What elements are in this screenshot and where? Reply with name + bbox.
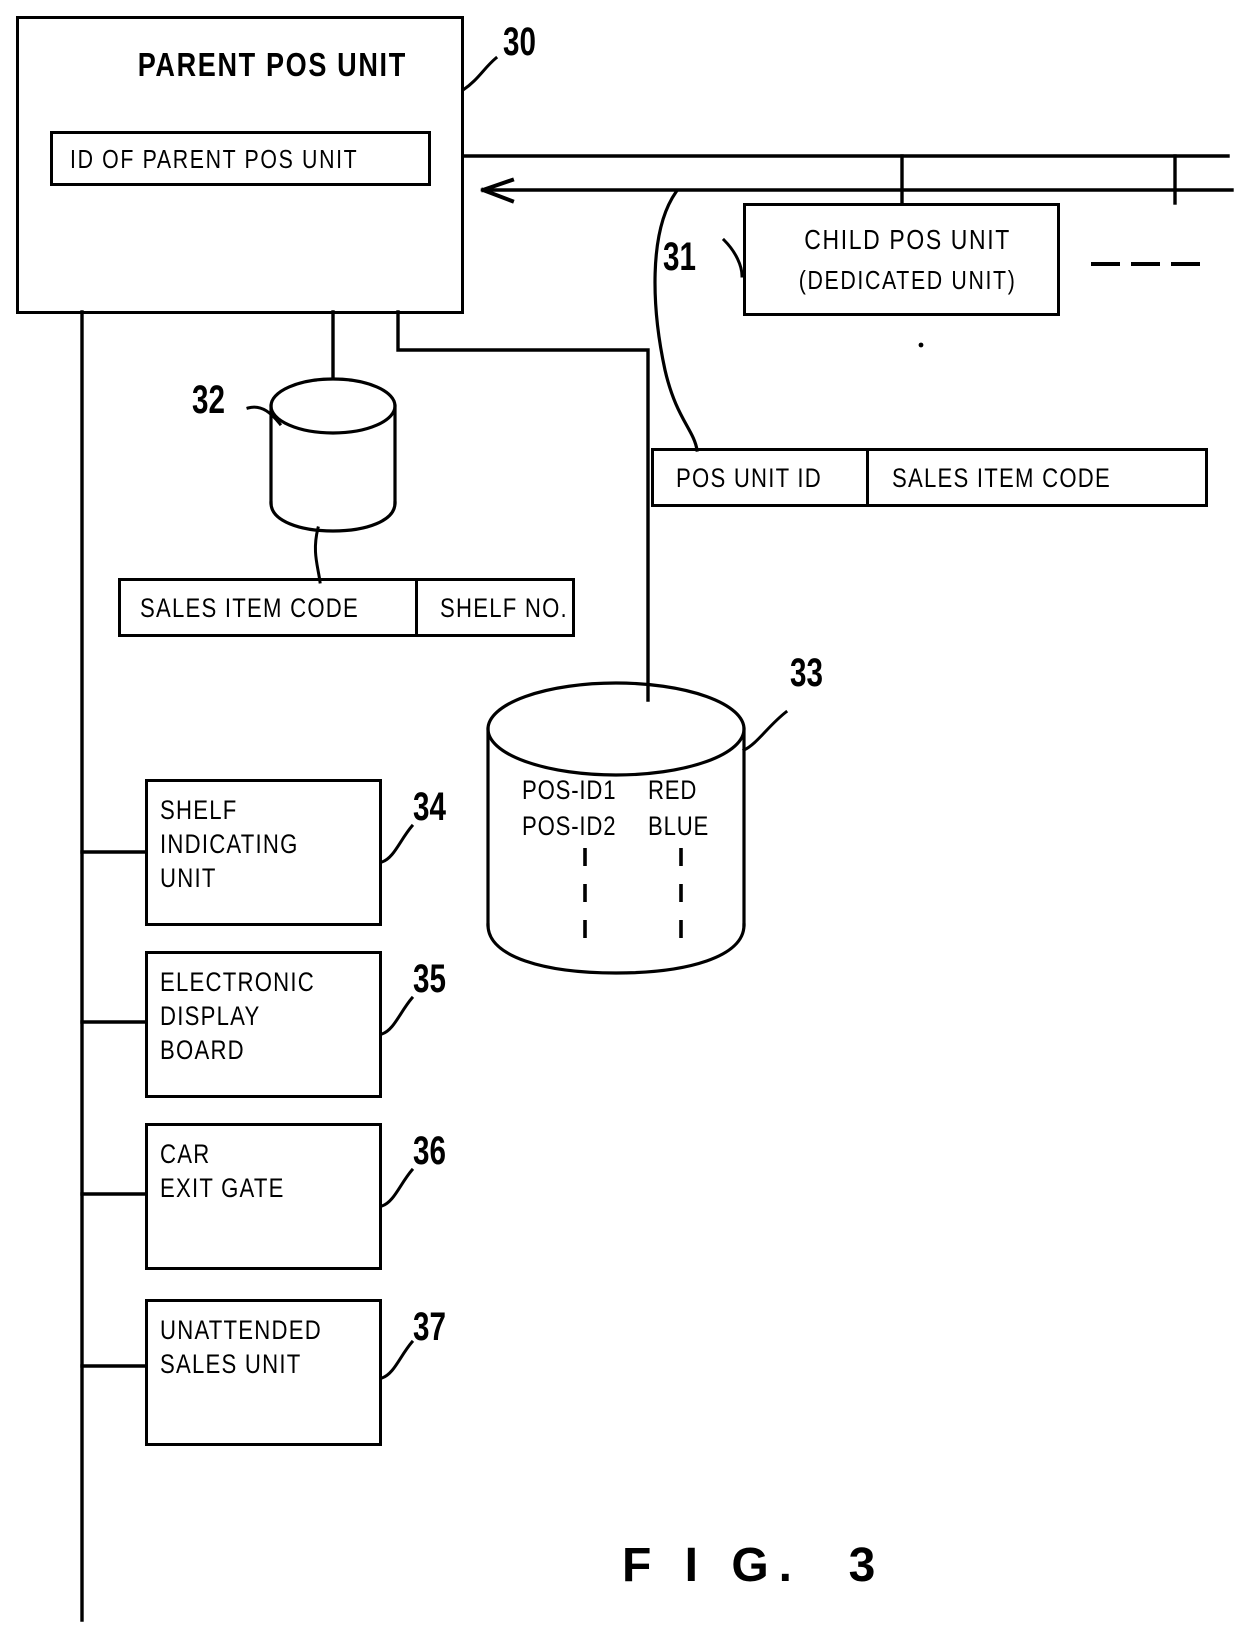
figure-3-diagram: PARENT POS UNIT ID OF PARENT POS UNIT 30… — [0, 0, 1240, 1646]
parent-pos-unit-title: PARENT POS UNIT — [137, 46, 407, 83]
pos-sales-table-header-1: SALES ITEM CODE — [892, 463, 1111, 493]
child-pos-unit-title: CHILD POS UNIT — [804, 224, 1011, 255]
ref-numeral-32: 32 — [192, 378, 225, 422]
figure-caption: F I G. 3 — [622, 1539, 886, 1592]
curve-to-pos-table — [653, 189, 699, 452]
leader-35 — [380, 995, 415, 1036]
ref-numeral-33: 33 — [790, 651, 823, 695]
db33-row-1-id: POS-ID2 — [522, 811, 617, 841]
stray-dot — [918, 342, 924, 348]
child-pos-unit-box[interactable] — [743, 203, 1060, 316]
ref-numeral-31: 31 — [663, 235, 696, 279]
child-pos-unit-subtitle: (DEDICATED UNIT) — [798, 265, 1017, 295]
unattended-sales-unit-label: UNATTENDED SALES UNIT — [160, 1315, 322, 1379]
ref-numeral-37: 37 — [413, 1305, 446, 1349]
item-shelf-table-header-0: SALES ITEM CODE — [140, 593, 359, 623]
link-db32-to-table — [313, 526, 322, 584]
leader-30 — [460, 55, 499, 93]
car-exit-gate-label: CAR EXIT GATE — [160, 1139, 285, 1203]
leader-31 — [721, 237, 744, 278]
pos-sales-table-header-0: POS UNIT ID — [676, 463, 822, 493]
db33-row-1-color: BLUE — [648, 811, 710, 841]
ref-numeral-34: 34 — [413, 785, 446, 829]
path-to-db33 — [396, 310, 650, 702]
leader-36 — [380, 1167, 415, 1208]
item-shelf-table-header-1: SHELF NO. — [440, 593, 568, 623]
shelf-indicating-unit-label: SHELF INDICATING UNIT — [160, 795, 299, 893]
db33-row-0-color: RED — [648, 775, 698, 805]
ref-numeral-35: 35 — [413, 957, 446, 1001]
parent-pos-id-field-label: ID OF PARENT POS UNIT — [70, 144, 359, 174]
db33-row-0-id: POS-ID1 — [522, 775, 617, 805]
leader-33 — [742, 709, 789, 752]
ref-numeral-36: 36 — [413, 1129, 446, 1173]
leader-34 — [380, 823, 415, 864]
db33-ellipsis — [583, 848, 683, 938]
leader-37 — [380, 1339, 415, 1380]
database-icon-32 — [269, 377, 397, 533]
ref-numeral-30: 30 — [503, 20, 536, 64]
electronic-display-board-label: ELECTRONIC DISPLAY BOARD — [160, 967, 316, 1065]
